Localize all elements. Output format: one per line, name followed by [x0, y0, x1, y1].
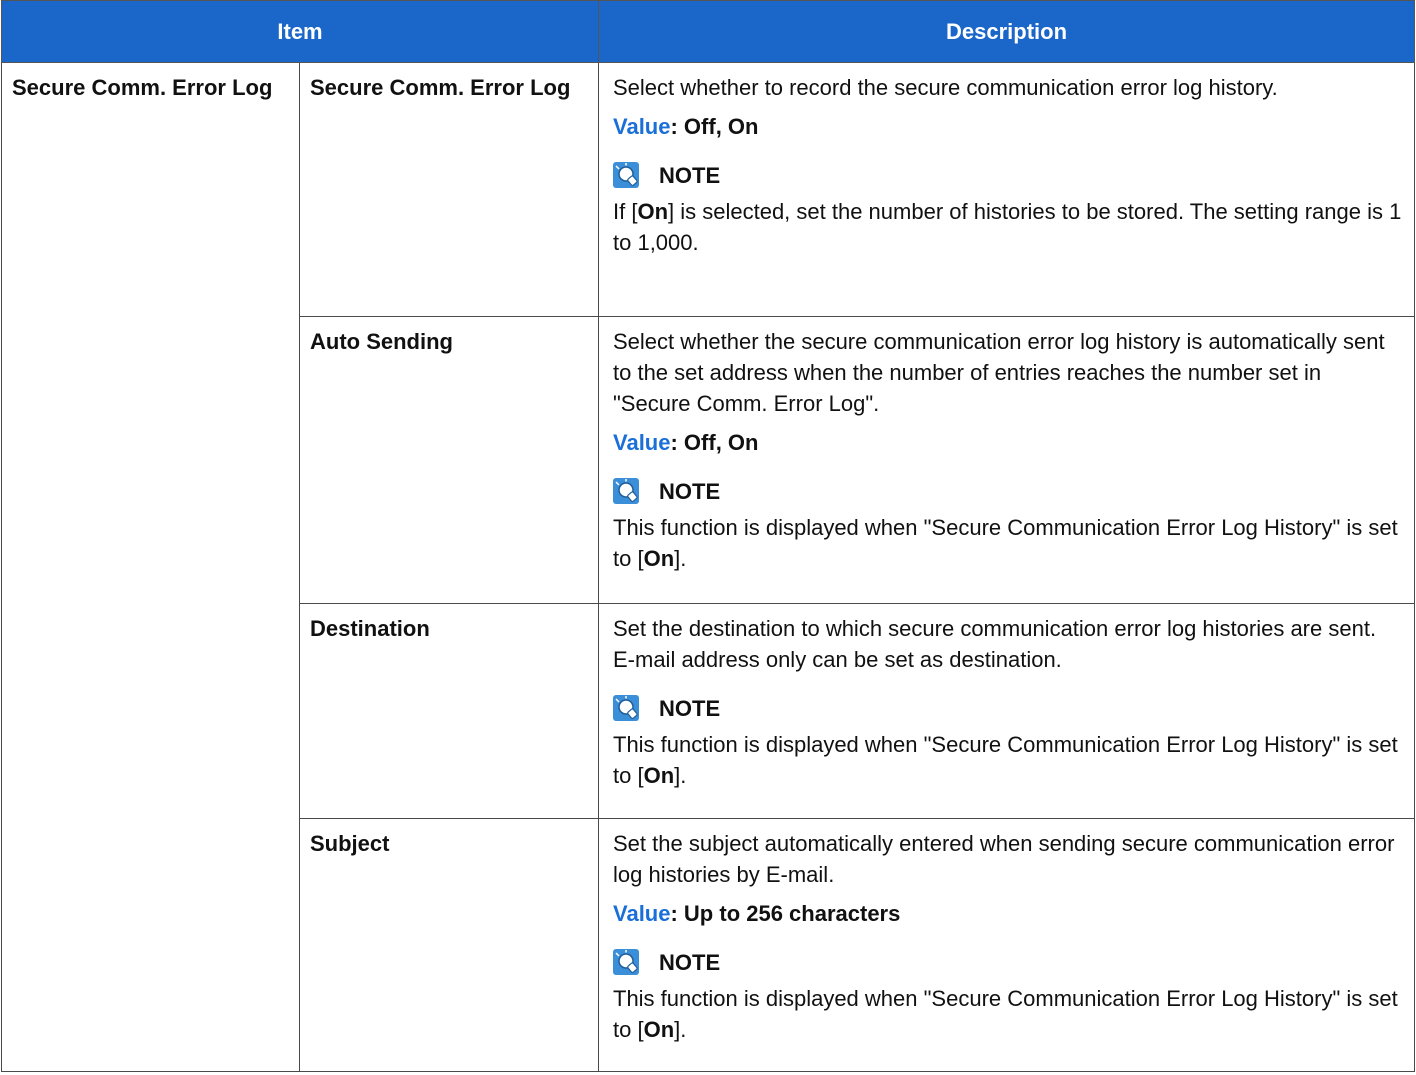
- description-text: Select whether the secure communication …: [613, 329, 1385, 416]
- note-heading: NOTE: [613, 691, 1402, 725]
- settings-table: Item Description Secure Comm. Error Log …: [1, 0, 1415, 1072]
- note-lightbulb-icon: [613, 162, 639, 188]
- table-row: Secure Comm. Error Log Secure Comm. Erro…: [1, 62, 1415, 1072]
- header-description: Description: [598, 0, 1415, 63]
- item-cell: Destination: [299, 603, 599, 819]
- note-lightbulb-icon: [613, 949, 639, 975]
- header-item: Item: [1, 0, 599, 63]
- note-text: If [On] is selected, set the number of h…: [613, 199, 1402, 255]
- item-label: Subject: [310, 831, 390, 856]
- value-line: Value: Up to 256 characters: [613, 898, 1402, 929]
- note-text: This function is displayed when "Secure …: [613, 732, 1398, 788]
- description-text: Select whether to record the secure comm…: [613, 75, 1278, 100]
- note-label: NOTE: [659, 949, 721, 975]
- description-cell: Select whether to record the secure comm…: [598, 62, 1415, 317]
- note-heading: NOTE: [613, 474, 1402, 508]
- item-label: Destination: [310, 616, 430, 641]
- value-text: : Up to 256 characters: [670, 901, 901, 926]
- value-label: Value: [613, 901, 671, 926]
- item-cell: Auto Sending: [299, 316, 599, 604]
- note-label: NOTE: [659, 695, 721, 721]
- note-heading: NOTE: [613, 945, 1402, 979]
- note-label: NOTE: [659, 162, 721, 188]
- note-label: NOTE: [659, 478, 721, 504]
- group-cell: Secure Comm. Error Log: [1, 62, 300, 1072]
- value-label: Value: [613, 430, 671, 455]
- value-line: Value: Off, On: [613, 427, 1402, 458]
- note-lightbulb-icon: [613, 478, 639, 504]
- description-cell: Select whether the secure communication …: [598, 316, 1415, 604]
- note-lightbulb-icon: [613, 695, 639, 721]
- item-cell: Secure Comm. Error Log: [299, 62, 599, 317]
- description-text: Set the destination to which secure comm…: [613, 616, 1377, 672]
- note-text: This function is displayed when "Secure …: [613, 986, 1398, 1042]
- description-text: Set the subject automatically entered wh…: [613, 831, 1395, 887]
- value-text: : Off, On: [670, 114, 759, 139]
- description-cell: Set the destination to which secure comm…: [598, 603, 1415, 819]
- table-header-row: Item Description: [1, 0, 1415, 63]
- description-cell: Set the subject automatically entered wh…: [598, 818, 1415, 1072]
- value-label: Value: [613, 114, 671, 139]
- note-heading: NOTE: [613, 158, 1402, 192]
- value-text: : Off, On: [670, 430, 759, 455]
- group-label: Secure Comm. Error Log: [12, 75, 273, 100]
- item-label: Auto Sending: [310, 329, 453, 354]
- note-text: This function is displayed when "Secure …: [613, 515, 1398, 571]
- item-label: Secure Comm. Error Log: [310, 75, 571, 100]
- item-cell: Subject: [299, 818, 599, 1072]
- value-line: Value: Off, On: [613, 111, 1402, 142]
